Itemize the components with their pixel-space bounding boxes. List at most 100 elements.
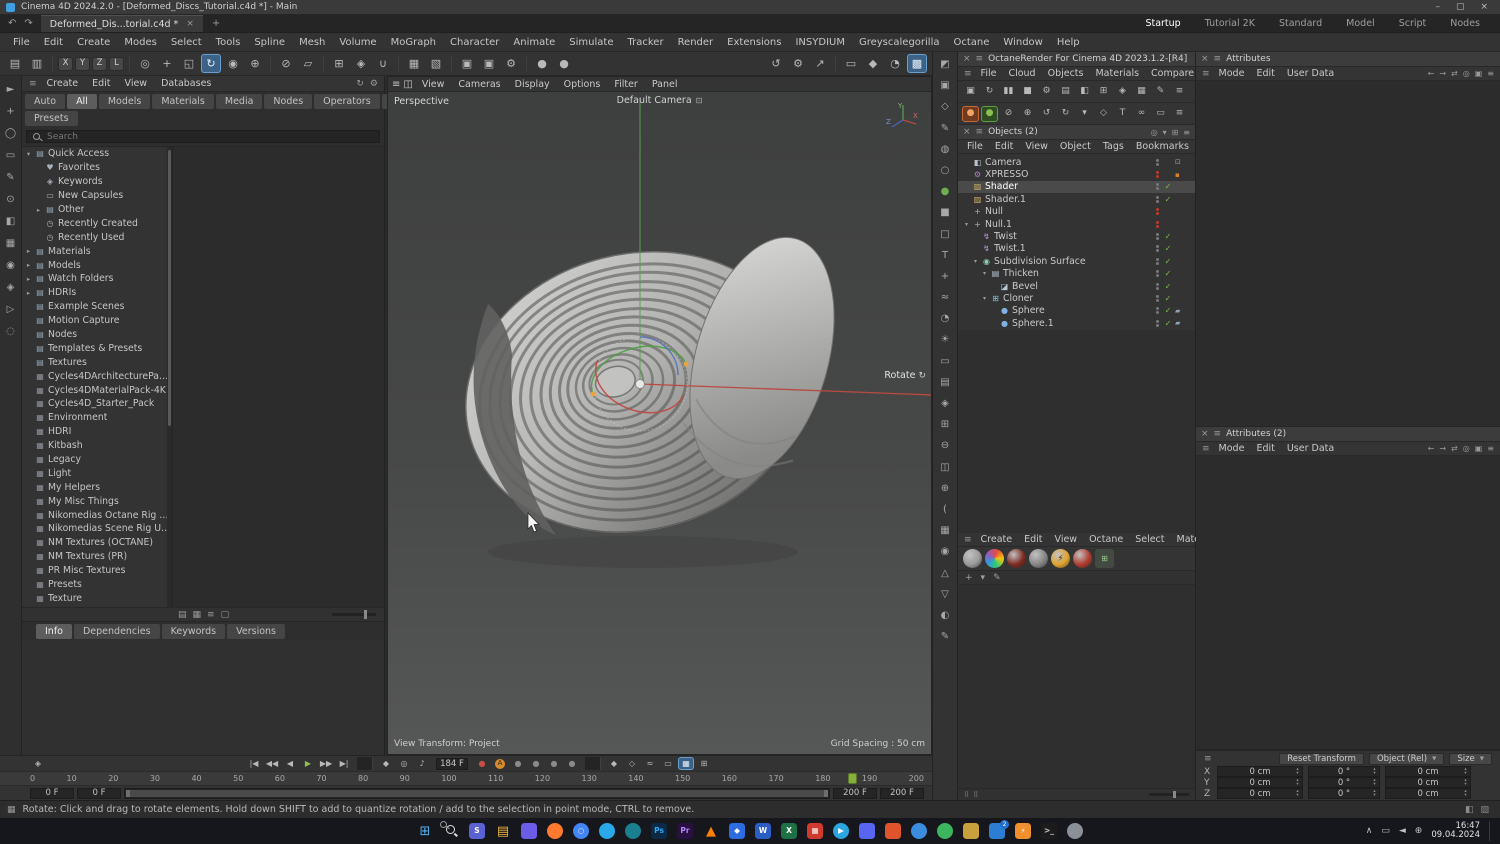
menu-item-panel[interactable]: Panel <box>645 79 685 90</box>
visibility-dots[interactable] <box>1156 282 1159 290</box>
tab-auto[interactable]: Auto <box>25 94 66 109</box>
menu-item-insydium[interactable]: INSYDIUM <box>788 37 851 48</box>
asset-tree-item-nikomedias-octane-rig-pro[interactable]: Nikomedias Octane Rig Pro <box>22 508 172 522</box>
material-size-slider[interactable] <box>1149 791 1189 798</box>
burger-icon[interactable]: ≡ <box>1214 429 1222 439</box>
octane-clay-button[interactable]: ◇ <box>1095 106 1112 122</box>
sketch-icon[interactable]: ✎ <box>937 628 954 645</box>
toolbar-icon[interactable] <box>323 56 324 71</box>
redo-button[interactable]: ↷ <box>24 18 32 29</box>
enable-check[interactable] <box>1163 268 1173 279</box>
sky-icon[interactable]: ◐ <box>937 607 954 624</box>
asset-tree-item-new-capsules[interactable]: New Capsules <box>22 189 172 203</box>
attr-search-icon[interactable]: ◎ <box>1463 69 1470 78</box>
burger-icon[interactable]: ≡ <box>1214 54 1222 64</box>
tab-model[interactable]: Model <box>1346 18 1375 29</box>
asset-tree-item-materials[interactable]: ▸ Materials <box>22 244 172 258</box>
object-row-camera[interactable]: Camera ⊡ <box>958 156 1195 168</box>
status-filter-icon[interactable]: ◧ <box>1465 805 1474 815</box>
object-row-shader[interactable]: Shader <box>958 180 1195 194</box>
visibility-dots[interactable] <box>1156 195 1159 203</box>
render-view-icon[interactable]: ▣ <box>457 54 477 73</box>
object-row-xpresso[interactable]: XPRESSO ▪ <box>958 168 1195 180</box>
menu-item-tools[interactable]: Tools <box>209 37 248 48</box>
app-widgets[interactable] <box>517 820 541 843</box>
coord-system-button[interactable]: L <box>109 56 124 71</box>
asset-tree-item-recently-used[interactable]: Recently Used <box>22 230 172 244</box>
object-row-null-1[interactable]: ▾ Null.1 <box>958 218 1195 230</box>
visibility-dots[interactable] <box>1156 183 1159 191</box>
detail-view-icon[interactable]: ≡ <box>207 610 215 620</box>
grid-icon[interactable]: ▦ <box>404 54 424 73</box>
visibility-dots[interactable] <box>1156 257 1159 265</box>
move-icon[interactable]: + <box>3 103 19 119</box>
position-value[interactable]: 0 cm <box>1217 788 1303 799</box>
add-material-icon[interactable]: + <box>965 573 973 583</box>
asset-tree-item-motion-capture[interactable]: Motion Capture <box>22 314 172 328</box>
axis-mode-icon[interactable]: ⊕ <box>245 54 265 73</box>
expander-icon[interactable]: ▸ <box>25 289 32 297</box>
record-parameter-toggle[interactable]: ● <box>564 757 580 770</box>
app-chrome[interactable]: ○ <box>569 820 593 843</box>
snap-frame-button[interactable]: ▦ <box>678 757 694 770</box>
preview-min-input[interactable]: 0 F <box>77 787 121 799</box>
octane-live-viewer-icon[interactable]: ▩ <box>907 54 927 73</box>
camera-label[interactable]: Default Camera ⊡ <box>617 95 703 106</box>
value-stepper[interactable] <box>1462 778 1469 787</box>
attr-forward-icon[interactable]: → <box>1439 69 1446 78</box>
attr-lock-icon[interactable]: ▣ <box>1475 444 1483 453</box>
record-rotation-toggle[interactable]: ● <box>546 757 562 770</box>
next-key-button[interactable]: ▶▶ <box>318 757 334 770</box>
menu-item-window[interactable]: Window <box>996 37 1049 48</box>
attr-sync-icon[interactable]: ⇄ <box>1451 444 1458 453</box>
menu-item-file[interactable]: File <box>961 141 989 152</box>
close-icon[interactable]: × <box>963 127 971 137</box>
magnet-icon[interactable]: ∪ <box>373 54 393 73</box>
tab-nodes[interactable]: Nodes <box>1450 18 1480 29</box>
object-tags[interactable]: ▰ <box>1175 319 1191 327</box>
field-icon[interactable]: ◉ <box>937 543 954 560</box>
visibility-dots[interactable] <box>1156 171 1159 179</box>
enable-check[interactable] <box>1163 243 1173 254</box>
asset-tree-item-legacy[interactable]: Legacy <box>22 453 172 467</box>
asset-tree-item-kitbash[interactable]: Kitbash <box>22 439 172 453</box>
record-position-toggle[interactable]: ● <box>510 757 526 770</box>
edges-mode-icon[interactable]: ◧ <box>3 213 19 229</box>
burger-icon[interactable]: ≡ <box>976 127 984 137</box>
menu-item-mode[interactable]: Mode <box>1213 68 1251 79</box>
edit-material-icon[interactable]: ✎ <box>993 573 1001 583</box>
octane-material-button[interactable]: ◈ <box>1114 84 1131 100</box>
octane-focus-button[interactable]: ⊕ <box>1019 106 1036 122</box>
menu-item-view[interactable]: View <box>1049 534 1084 545</box>
polygon-tool-icon[interactable]: △ <box>937 565 954 582</box>
tablet-icon[interactable]: ▭ <box>841 54 861 73</box>
asset-tree-item-hdris[interactable]: ▸ HDRIs <box>22 286 172 300</box>
octane-list-button[interactable]: ≡ <box>1171 106 1188 122</box>
maximize-button[interactable]: ▢ <box>1456 2 1465 12</box>
enable-check[interactable] <box>1163 231 1173 242</box>
axis-navigator[interactable]: Y X Z <box>883 100 919 134</box>
asset-tree-item-other[interactable]: ▸ Other <box>22 203 172 217</box>
asset-tree-item-nodes[interactable]: Nodes <box>22 328 172 342</box>
object-tags[interactable]: ▪ <box>1175 171 1191 179</box>
rotation-value[interactable]: 0 ° <box>1308 766 1380 777</box>
asset-tree-item-cycles4darchitecturepack-4k[interactable]: Cycles4DArchitecturePack-4K <box>22 369 172 383</box>
expander-icon[interactable]: ▸ <box>35 206 42 214</box>
expander-icon[interactable]: ▸ <box>25 261 32 269</box>
tab-script[interactable]: Script <box>1399 18 1427 29</box>
workplane-icon[interactable]: ▱ <box>298 54 318 73</box>
list-view-icon[interactable]: ▤ <box>178 610 187 620</box>
om-filter-icon[interactable]: ▾ <box>1163 128 1167 137</box>
expander-icon[interactable]: ▸ <box>25 247 32 255</box>
search-button[interactable] <box>439 820 463 843</box>
material-yellow-bolt[interactable]: ⚡ <box>1051 549 1070 568</box>
model-mode-icon[interactable]: ◉ <box>3 257 19 273</box>
burger-icon[interactable]: ≡ <box>1199 69 1213 79</box>
asset-tree-item-texture[interactable]: Texture <box>22 592 172 606</box>
menu-item-object[interactable]: Object <box>1054 141 1097 152</box>
menu-item-view[interactable]: View <box>1019 141 1054 152</box>
menu-item-cameras[interactable]: Cameras <box>451 79 507 90</box>
menu-item-bookmarks[interactable]: Bookmarks <box>1130 141 1195 152</box>
value-stepper[interactable] <box>1462 767 1469 776</box>
app-firefox[interactable] <box>543 820 567 843</box>
